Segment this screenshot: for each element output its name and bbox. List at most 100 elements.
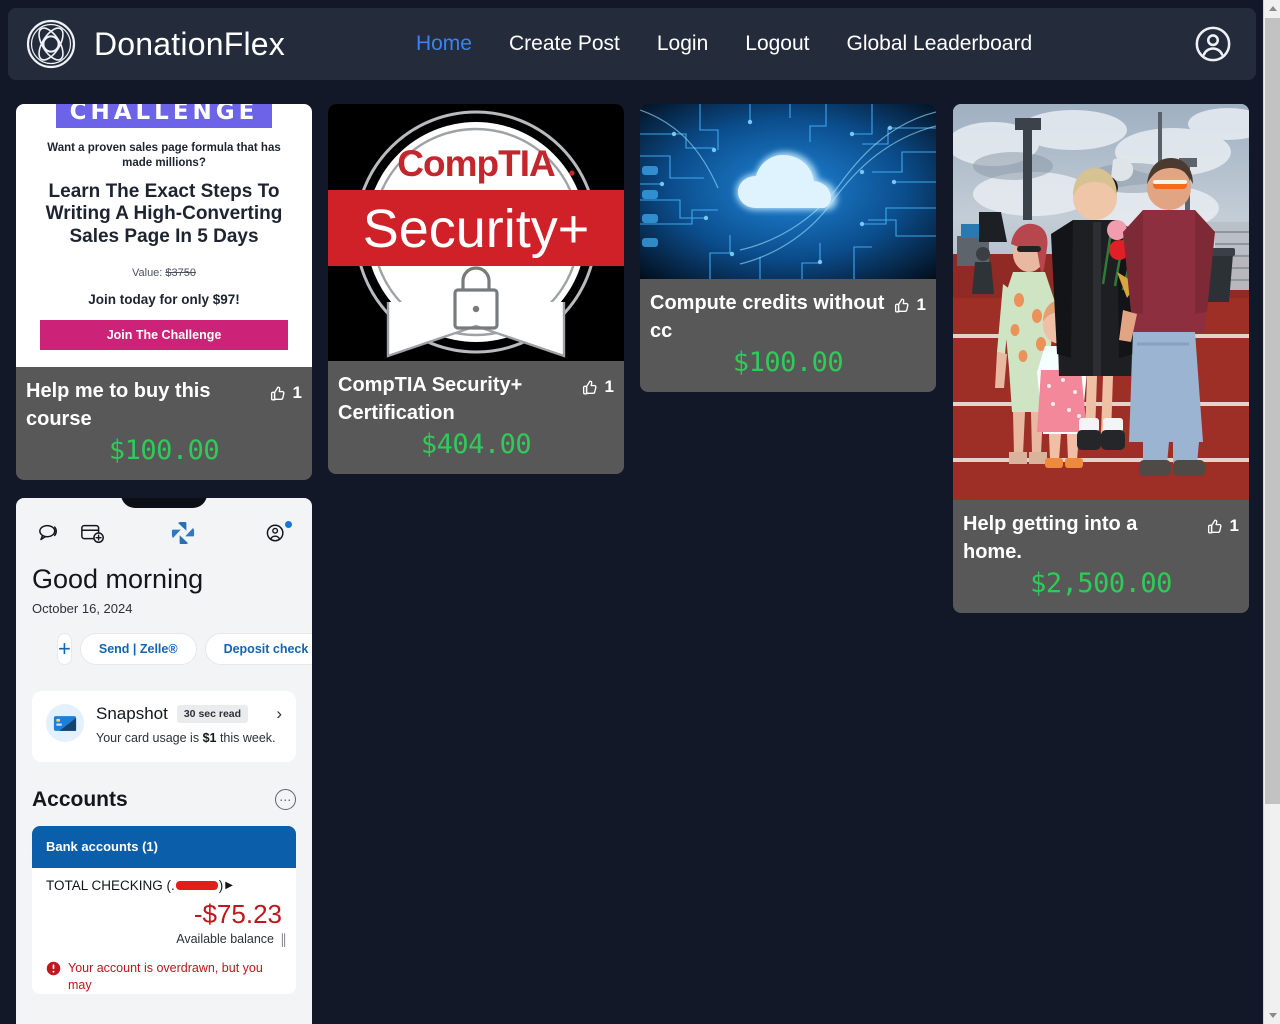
nav-link-create-post[interactable]: Create Post [509,32,620,56]
page-root: DonationFlex Home Create Post Login Logo… [0,0,1280,1024]
post-header-row: Compute credits without cc 1 [650,289,926,345]
post-title: CompTIA Security+ Certification [338,374,523,424]
quick-actions-row: + Send | Zelle® Deposit check [16,616,312,664]
nav-link-home[interactable]: Home [416,32,472,56]
post-like-control[interactable]: 1 [892,289,926,315]
post-media-comptia-badge: CompTIA Security+ [328,104,624,361]
grid-column-2: CompTIA Security+ CompTIA Security+ Cert… [328,104,624,492]
post-body: Help getting into a home. 1 $2,500.00 [953,500,1249,613]
post-title: Help getting into a home. [963,513,1138,563]
user-circle-icon[interactable] [1194,25,1232,63]
credit-card-icon [46,704,84,742]
overdraft-warning-text: Your account is overdrawn, but you may [68,960,263,992]
chevron-right-icon[interactable]: › [270,704,282,724]
grid-column-1: CHALLENGE Want a proven sales page formu… [16,104,312,1024]
grid-column-3: Compute credits without cc 1 $100.00 [640,104,936,410]
nav-link-global-leaderboard[interactable]: Global Leaderboard [847,32,1033,56]
post-price: $100.00 [108,435,220,466]
account-name-row[interactable]: TOTAL CHECKING (.) ▶ [32,868,296,893]
snapshot-description: Your card usage is $1 this week. [96,730,282,747]
post-header-row: Help me to buy this course 1 [26,377,302,433]
post-like-count: 1 [1229,516,1239,535]
post-like-control[interactable]: 1 [580,371,614,397]
top-navigation-bar: DonationFlex Home Create Post Login Logo… [8,8,1256,80]
post-card[interactable]: CHALLENGE Want a proven sales page formu… [16,104,312,480]
snapshot-title: Snapshot [96,704,168,723]
deposit-check-button[interactable]: Deposit check [205,634,312,664]
post-title: Help me to buy this course [26,380,211,430]
grid-column-4: Help getting into a home. 1 $2,500.00 [953,104,1249,631]
account-name-prefix: TOTAL CHECKING (. [46,877,175,893]
flyer-join-line: Join today for only $97! [88,292,240,308]
scroll-thumb[interactable] [1265,18,1280,804]
post-like-count: 1 [916,295,926,314]
add-account-icon[interactable] [80,522,106,544]
flyer-subhead: Want a proven sales page formula that ha… [47,142,281,169]
comptia-badge-graphic: CompTIA Security+ [328,110,624,358]
brand[interactable]: DonationFlex [26,19,285,69]
snapshot-desc-after: this week. [216,731,276,745]
scroll-up-arrow-icon[interactable] [1264,0,1280,17]
snapshot-content: Snapshot 30 sec read › Your card usage i… [96,704,282,747]
account-balance-label-row: Available balance ∥ [32,930,296,948]
flyer-cta-button[interactable]: Join The Challenge [40,320,288,351]
nav-link-login[interactable]: Login [657,32,708,56]
page-scrollbar[interactable] [1263,0,1280,1024]
chat-bubbles-icon[interactable] [38,522,64,544]
flyer-value-amount: $3750 [165,267,197,280]
nav-link-logout[interactable]: Logout [745,32,809,56]
post-card[interactable]: Help getting into a home. 1 $2,500.00 [953,104,1249,613]
flyer-value: Value: $3750 [132,267,196,279]
thumbs-up-icon [270,385,285,401]
post-body: CompTIA Security+ Certification 1 $404.0… [328,361,624,474]
post-like-control[interactable]: 1 [268,377,302,403]
post-card[interactable]: Compute credits without cc 1 $100.00 [640,104,936,392]
thumbs-up-icon [894,297,909,313]
accounts-heading: Accounts [32,787,128,811]
ellipsis-icon[interactable]: ⋯ [275,789,296,811]
post-price: $404.00 [420,429,532,460]
family-graduation-photo [953,104,1249,500]
chevron-right-small-icon: ▶ [225,879,233,891]
account-name-suffix: ) [218,877,224,893]
snapshot-desc-amount: $1 [202,731,217,745]
profile-notification-icon[interactable] [264,521,292,544]
flyer-banner: CHALLENGE [55,104,273,128]
redaction-mark [175,880,218,890]
phone-notch [121,498,207,508]
post-header-row: CompTIA Security+ Certification 1 [338,371,614,427]
snapshot-tile[interactable]: Snapshot 30 sec read › Your card usage i… [32,691,296,762]
greeting-date: October 16, 2024 [32,601,133,616]
post-card[interactable]: CompTIA Security+ CompTIA Security+ Cert… [328,104,624,474]
post-like-control[interactable]: 1 [1205,510,1239,536]
post-price: $100.00 [732,347,844,378]
cloud-circuit-graphic [640,104,936,279]
banking-screenshot-card[interactable]: Good morning October 16, 2024 + Send | Z… [16,498,312,1024]
account-balance: -$75.23 [193,898,282,929]
post-media-family-photo [953,104,1249,500]
snapshot-desc-before: Your card usage is [96,731,203,745]
alert-circle-icon [46,961,61,976]
post-like-count: 1 [604,377,614,396]
chase-logo-icon [171,521,195,545]
overdraft-warning: Your account is overdrawn, but you may [32,948,296,994]
snapshot-read-badge: 30 sec read [176,705,249,723]
flyer-value-label: Value: [131,267,163,280]
greeting-text: Good morning [32,564,204,594]
brand-name: DonationFlex [94,25,285,62]
thumbs-up-icon [1207,518,1222,534]
snapshot-title-row: Snapshot 30 sec read › [96,704,282,724]
scroll-down-arrow-icon[interactable] [1264,1007,1280,1024]
send-zelle-button[interactable]: Send | Zelle® [80,634,196,664]
account-card[interactable]: Bank accounts (1) TOTAL CHECKING (.) ▶ -… [32,825,296,994]
balance-bars-icon: ∥ [280,930,287,947]
post-price: $2,500.00 [1030,568,1172,599]
accounts-header: Accounts ⋯ [16,762,312,812]
post-title: Compute credits without cc [650,292,885,342]
post-media-sales-flyer: CHALLENGE Want a proven sales page formu… [16,104,312,367]
bank-accounts-group-label: Bank accounts (1) [32,825,296,868]
add-action-button[interactable]: + [58,634,71,664]
credit-card-glyph [53,715,77,731]
post-header-row: Help getting into a home. 1 [963,510,1239,566]
svg-text:CompTIA: CompTIA [397,143,555,184]
